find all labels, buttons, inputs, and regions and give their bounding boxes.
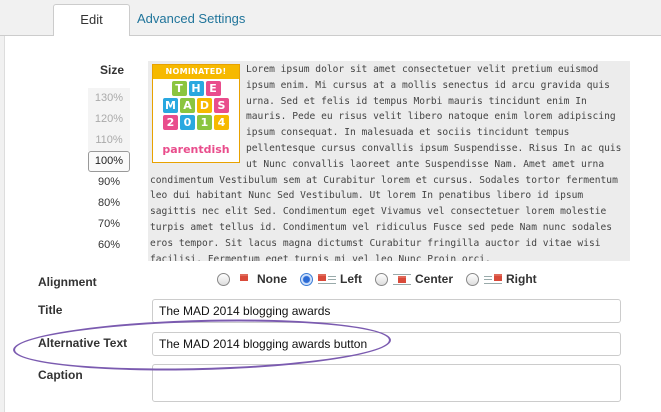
- badge-nominated-text: NOMINATED!: [153, 65, 239, 79]
- title-label: Title: [38, 303, 63, 317]
- align-right-icon: [484, 273, 503, 285]
- align-left-icon: [318, 273, 336, 285]
- alt-text-label: Alternative Text: [38, 336, 128, 350]
- size-option-60[interactable]: 60%: [88, 235, 130, 256]
- size-option-100[interactable]: 100%: [88, 151, 130, 172]
- tab-advanced-settings[interactable]: Advanced Settings: [127, 4, 255, 37]
- badge-letter: D: [197, 98, 212, 113]
- align-none-icon: [235, 273, 253, 285]
- align-option-none[interactable]: None: [217, 272, 287, 286]
- alignment-label: Alignment: [38, 275, 97, 289]
- badge-letter: A: [180, 98, 195, 113]
- align-left-radio[interactable]: [300, 272, 313, 286]
- alt-text-input[interactable]: [152, 332, 621, 356]
- size-option-80[interactable]: 80%: [88, 193, 130, 214]
- mads-award-badge-image: NOMINATED! T H E M A D S 2 0 1 4 parentd…: [152, 64, 240, 163]
- badge-letter: T: [171, 81, 187, 96]
- align-center-icon: [393, 273, 411, 285]
- align-option-center[interactable]: Center: [375, 272, 453, 286]
- badge-letter: S: [214, 98, 229, 113]
- align-right-label: Right: [506, 272, 537, 286]
- caption-label: Caption: [38, 368, 83, 382]
- size-option-70[interactable]: 70%: [88, 214, 130, 235]
- align-option-right[interactable]: Right: [466, 272, 537, 286]
- preview-text-block: NOMINATED! T H E M A D S 2 0 1 4 parentd…: [148, 61, 630, 261]
- image-preview: NOMINATED! T H E M A D S 2 0 1 4 parentd…: [148, 61, 630, 261]
- caption-textarea[interactable]: [152, 364, 621, 402]
- badge-letter: 0: [180, 115, 195, 130]
- size-option-120[interactable]: 120%: [88, 109, 130, 130]
- align-none-label: None: [257, 272, 287, 286]
- tab-bar: Edit Image Advanced Settings: [0, 0, 661, 57]
- title-input[interactable]: [152, 299, 621, 323]
- size-option-130[interactable]: 130%: [88, 88, 130, 109]
- badge-letter: E: [205, 81, 221, 96]
- align-option-left[interactable]: Left: [300, 272, 362, 286]
- tab-edit-image[interactable]: Edit Image: [53, 4, 130, 57]
- badge-letter: 2: [163, 115, 178, 130]
- badge-letter: M: [163, 98, 178, 113]
- badge-letter: 4: [214, 115, 229, 130]
- badge-row-the: T H E: [153, 81, 239, 96]
- size-option-110[interactable]: 110%: [88, 130, 130, 151]
- align-right-radio[interactable]: [466, 272, 480, 286]
- align-left-label: Left: [340, 272, 362, 286]
- align-none-radio[interactable]: [217, 272, 230, 286]
- badge-letter: H: [188, 81, 204, 96]
- size-list: 130% 120% 110% 100% 90% 80% 70% 60%: [88, 88, 130, 256]
- badge-letter: 1: [197, 115, 212, 130]
- align-center-radio[interactable]: [375, 272, 388, 286]
- badge-parentdish-logo: parentdish: [162, 143, 230, 157]
- badge-row-2014: 2 0 1 4: [153, 115, 239, 130]
- badge-row-mads: M A D S: [153, 98, 239, 113]
- size-option-90[interactable]: 90%: [88, 172, 130, 193]
- size-label: Size: [100, 63, 125, 77]
- alignment-radio-group: None Left Center Right: [217, 270, 550, 288]
- align-center-label: Center: [415, 272, 454, 286]
